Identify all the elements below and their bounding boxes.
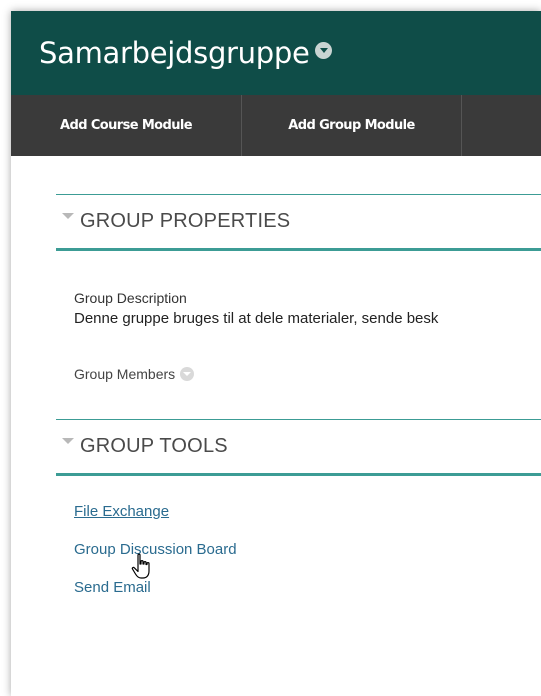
group-tools-title: GROUP TOOLS bbox=[80, 435, 228, 457]
send-email-link[interactable]: Send Email bbox=[74, 578, 541, 616]
group-members: Group Members bbox=[74, 366, 541, 382]
file-exchange-link[interactable]: File Exchange bbox=[74, 502, 541, 540]
title-bar: Samarbejdsgruppe bbox=[11, 11, 541, 95]
hand-pointer-icon bbox=[131, 553, 150, 579]
group-tools-list: File Exchange Group Discussion Board Sen… bbox=[56, 476, 541, 616]
group-members-chevron-icon[interactable] bbox=[180, 367, 195, 381]
group-tools-header[interactable]: GROUP TOOLS bbox=[56, 419, 541, 476]
group-properties-header[interactable]: GROUP PROPERTIES bbox=[56, 194, 541, 251]
add-course-module-button[interactable]: Add Course Module bbox=[11, 95, 242, 156]
add-group-module-button[interactable]: Add Group Module bbox=[242, 95, 462, 156]
collapse-caret-icon[interactable] bbox=[62, 212, 74, 219]
collapse-caret-icon[interactable] bbox=[62, 437, 74, 444]
group-properties-title: GROUP PROPERTIES bbox=[80, 210, 291, 232]
group-properties-body: Group Description Denne gruppe bruges ti… bbox=[56, 251, 541, 382]
title-menu-chevron-icon[interactable] bbox=[314, 41, 332, 59]
page-frame: Samarbejdsgruppe Add Course Module Add G… bbox=[11, 11, 541, 696]
group-description-text: Denne gruppe bruges til at dele material… bbox=[74, 310, 439, 327]
page-title: Samarbejdsgruppe bbox=[39, 36, 310, 70]
group-description-label: Group Description bbox=[74, 290, 187, 306]
main-content: GROUP PROPERTIES Group Description Denne… bbox=[11, 194, 541, 616]
module-toolbar: Add Course Module Add Group Module bbox=[11, 95, 541, 156]
group-members-label: Group Members bbox=[74, 366, 176, 382]
